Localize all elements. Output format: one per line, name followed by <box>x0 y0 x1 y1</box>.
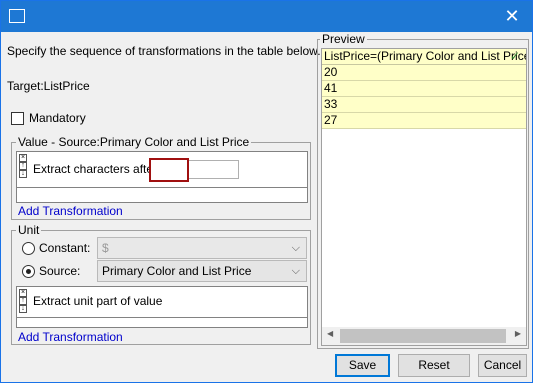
preview-row: 20 <box>322 65 526 81</box>
value-add-transformation-link[interactable]: Add Transformation <box>18 204 123 218</box>
source-select[interactable]: Primary Color and List Price ⌵ <box>97 260 307 282</box>
chevron-down-icon: ⌵ <box>291 265 300 277</box>
constant-radio[interactable] <box>22 242 35 255</box>
preview-list: ListPrice=(Primary Color and List Price)… <box>321 48 527 346</box>
title-bar: ✕ <box>1 1 532 32</box>
mandatory-checkbox[interactable] <box>11 112 24 125</box>
value-transform-label: Extract characters after <box>33 162 158 176</box>
unit-transform-label: Extract unit part of value <box>33 294 163 308</box>
delete-row-icon[interactable]: × <box>19 289 27 297</box>
row-controls: × ↑ ↓ <box>19 289 28 313</box>
row-controls: × ↑ ↓ <box>19 154 28 178</box>
value-transform-table: × ↑ ↓ Extract characters after <box>16 151 308 203</box>
value-transform-input-extension[interactable] <box>189 160 239 179</box>
move-down-icon[interactable]: ↓ <box>19 170 27 178</box>
scrollbar-thumb[interactable] <box>340 329 506 343</box>
app-icon <box>9 9 25 23</box>
preview-row: 33 <box>322 97 526 113</box>
move-up-icon[interactable]: ↑ <box>19 297 27 305</box>
save-button[interactable]: Save <box>335 354 390 377</box>
constant-select-value: $ <box>102 241 109 255</box>
reset-button[interactable]: Reset <box>398 354 470 377</box>
preview-row: 41 <box>322 81 526 97</box>
table-divider <box>17 317 307 318</box>
value-transform-input[interactable] <box>149 158 189 182</box>
delete-row-icon[interactable]: × <box>19 154 27 162</box>
value-group-title: Value - Source:Primary Color and List Pr… <box>16 135 252 149</box>
unit-group-title: Unit <box>16 223 42 237</box>
constant-label: Constant: <box>39 241 91 255</box>
cancel-button[interactable]: Cancel <box>478 354 527 377</box>
check-icon: ✓ <box>509 49 520 63</box>
unit-add-transformation-link[interactable]: Add Transformation <box>18 330 123 344</box>
chevron-down-icon: ⌵ <box>291 242 300 254</box>
instructions-text: Specify the sequence of transformations … <box>7 44 321 58</box>
constant-select[interactable]: $ ⌵ <box>97 237 307 259</box>
scroll-right-icon[interactable]: ▶ <box>515 329 521 338</box>
unit-transform-table: × ↑ ↓ Extract unit part of value <box>16 286 308 328</box>
move-up-icon[interactable]: ↑ <box>19 162 27 170</box>
move-down-icon[interactable]: ↓ <box>19 305 27 313</box>
scroll-left-icon[interactable]: ◀ <box>327 329 333 338</box>
source-select-value: Primary Color and List Price <box>102 264 252 278</box>
source-label: Source: <box>39 264 81 278</box>
mandatory-label: Mandatory <box>29 111 86 125</box>
dialog-window: ✕ Specify the sequence of transformation… <box>0 0 533 383</box>
preview-title: Preview <box>320 32 367 46</box>
target-label: Target:ListPrice <box>7 79 90 93</box>
unit-group: Unit Constant: $ ⌵ Source: Primary Color… <box>11 223 311 345</box>
horizontal-scrollbar[interactable]: ◀ ▶ <box>322 327 526 345</box>
source-radio[interactable] <box>22 265 35 278</box>
close-button[interactable]: ✕ <box>492 1 532 32</box>
value-group: Value - Source:Primary Color and List Pr… <box>11 135 311 220</box>
preview-header-text: ListPrice=(Primary Color and List Price) <box>324 49 526 63</box>
table-divider <box>17 187 307 188</box>
preview-header: ListPrice=(Primary Color and List Price)… <box>322 49 526 65</box>
preview-row: 27 <box>322 113 526 129</box>
